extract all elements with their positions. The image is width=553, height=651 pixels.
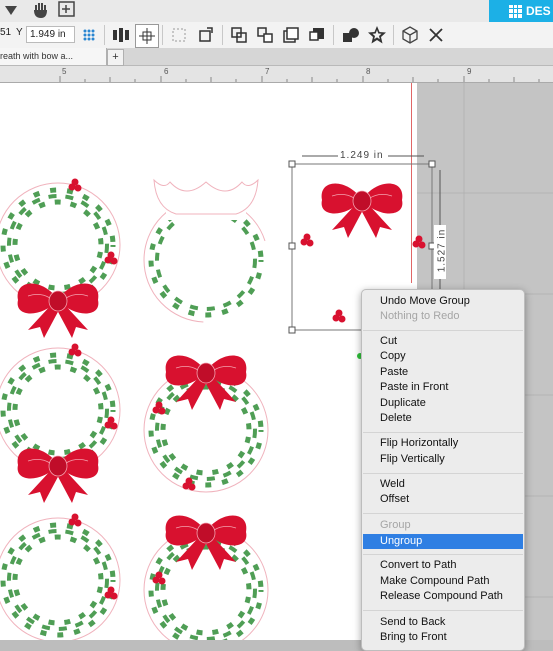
menu-item-paste-in-front[interactable]: Paste in Front: [363, 380, 523, 395]
menu-item-undo-move-group[interactable]: Undo Move Group: [363, 294, 523, 309]
menu-item-release-compound-path[interactable]: Release Compound Path: [363, 589, 523, 604]
menu-item-duplicate[interactable]: Duplicate: [363, 396, 523, 411]
menu-separator: [363, 610, 523, 611]
menu-item-make-compound-path[interactable]: Make Compound Path: [363, 574, 523, 589]
width-dimension-label: 1.249 in: [340, 150, 384, 161]
menu-separator: [363, 330, 523, 331]
height-dimension-label: 1.527 in: [436, 228, 448, 273]
menu-item-nothing-to-redo: Nothing to Redo: [380, 310, 460, 322]
menu-item-flip-horizontally[interactable]: Flip Horizontally: [363, 436, 523, 451]
menu-item-convert-to-path[interactable]: Convert to Path: [363, 558, 523, 573]
menu-item-ungroup[interactable]: Ungroup: [363, 534, 523, 549]
menu-item-delete[interactable]: Delete: [363, 411, 523, 426]
menu-separator: [363, 473, 523, 474]
menu-item-offset[interactable]: Offset: [363, 492, 523, 507]
menu-separator: [363, 432, 523, 433]
menu-item-weld[interactable]: Weld: [363, 477, 523, 492]
context-menu: Undo Move Group Nothing to Redo Cut Copy…: [361, 289, 525, 651]
menu-separator: [363, 513, 523, 514]
menu-item-paste[interactable]: Paste: [363, 365, 523, 380]
menu-item-cut[interactable]: Cut: [363, 334, 523, 349]
menu-item-send-to-back[interactable]: Send to Back: [363, 615, 523, 630]
menu-item-group: Group: [380, 519, 411, 531]
menu-item-bring-to-front[interactable]: Bring to Front: [363, 630, 523, 645]
menu-item-flip-vertically[interactable]: Flip Vertically: [363, 452, 523, 467]
menu-item-copy[interactable]: Copy: [363, 349, 523, 364]
menu-separator: [363, 554, 523, 555]
